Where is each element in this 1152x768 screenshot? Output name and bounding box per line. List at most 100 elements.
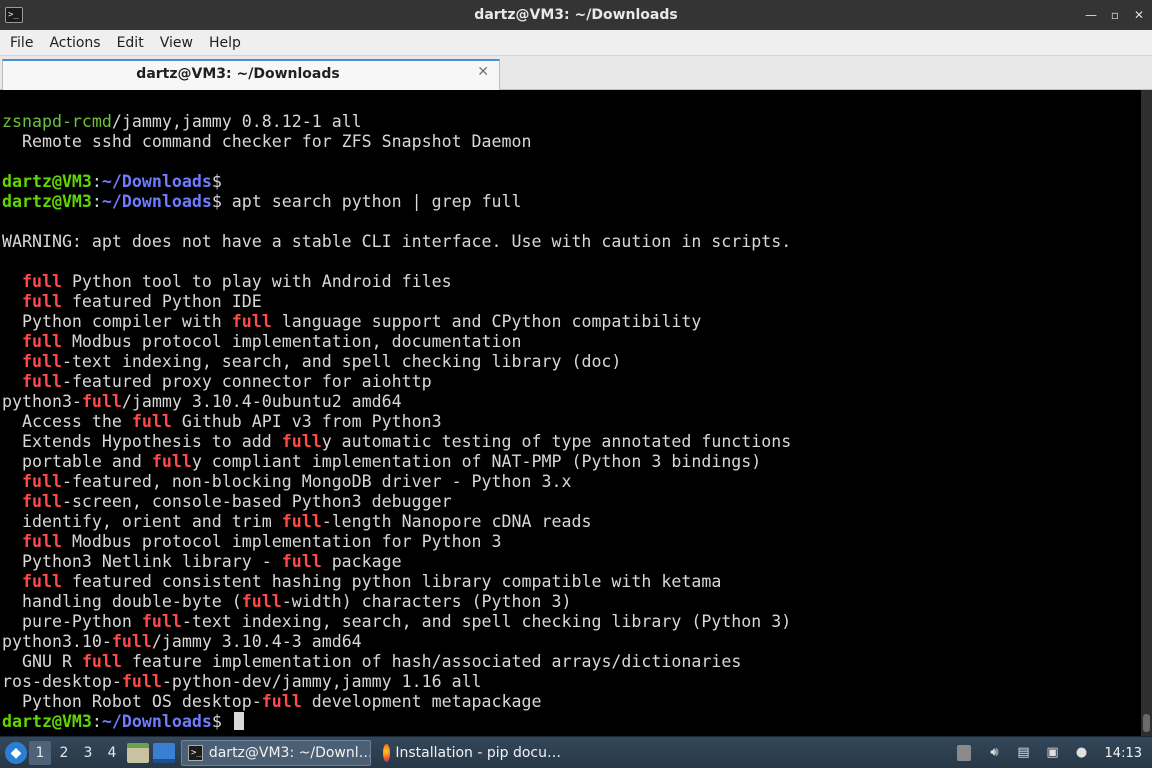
menu-help[interactable]: Help — [201, 30, 249, 56]
match-highlight: full — [21, 272, 62, 291]
terminal-text: identify, orient and trim — [2, 512, 282, 531]
prompt-path: ~/Downloads — [101, 172, 212, 191]
match-highlight: full — [281, 512, 322, 531]
terminal-line: dartz@VM3:~/Downloads$ — [0, 172, 1141, 192]
volume-icon[interactable]: 🔊︎ — [985, 744, 1005, 762]
terminal-text: Remote sshd command checker for ZFS Snap… — [2, 132, 532, 151]
match-highlight: full — [281, 552, 322, 571]
match-highlight: full — [21, 372, 62, 391]
terminal-line: dartz@VM3:~/Downloads$ apt search python… — [0, 192, 1141, 212]
terminal-text: Extends Hypothesis to add — [2, 432, 282, 451]
clock[interactable]: 14:13 — [1105, 746, 1142, 761]
desktop-2-button[interactable]: 2 — [53, 741, 75, 765]
tab-terminal[interactable]: dartz@VM3: ~/Downloads ✕ — [2, 59, 500, 90]
prompt-user: dartz@VM3 — [2, 712, 92, 731]
menu-edit[interactable]: Edit — [109, 30, 152, 56]
terminal-line: Python3 Netlink library - full package — [0, 552, 1141, 572]
terminal-text: -python-dev/jammy,jammy 1.16 all — [161, 672, 482, 691]
terminal-text: ros-desktop- — [2, 672, 122, 691]
desktop-3-button[interactable]: 3 — [77, 741, 99, 765]
terminal-line: zsnapd-rcmd/jammy,jammy 0.8.12-1 all — [0, 112, 1141, 132]
start-menu-icon[interactable]: ◆ — [5, 741, 27, 764]
terminal-text: -width) characters (Python 3) — [281, 592, 572, 611]
terminal-line: pure-Python full-text indexing, search, … — [0, 612, 1141, 632]
menu-file[interactable]: File — [2, 30, 41, 56]
notification-icon[interactable]: ● — [1072, 744, 1092, 762]
tab-label: dartz@VM3: ~/Downloads — [136, 66, 340, 82]
terminal-text: Python compiler with — [2, 312, 232, 331]
menu-actions[interactable]: Actions — [41, 30, 108, 56]
terminal-text: Access the — [2, 412, 132, 431]
terminal-text: : — [91, 712, 102, 731]
terminal-text: handling double-byte ( — [2, 592, 242, 611]
match-highlight: full — [21, 572, 62, 591]
terminal-line: portable and fully compliant implementat… — [0, 452, 1141, 472]
terminal-line: full-text indexing, search, and spell ch… — [0, 352, 1141, 372]
menu-view[interactable]: View — [152, 30, 201, 56]
terminal-line: WARNING: apt does not have a stable CLI … — [0, 232, 1141, 252]
menu-bar: File Actions Edit View Help — [0, 30, 1152, 56]
terminal-text: /jammy 3.10.4-3 amd64 — [151, 632, 362, 651]
prompt-path: ~/Downloads — [101, 712, 212, 731]
terminal-text: /jammy,jammy 0.8.12-1 all — [111, 112, 362, 131]
terminal-line: ros-desktop-full-python-dev/jammy,jammy … — [0, 672, 1141, 692]
terminal-line: Remote sshd command checker for ZFS Snap… — [0, 132, 1141, 152]
clipboard-icon[interactable]: ▤ — [1014, 744, 1034, 762]
task-terminal[interactable]: >_ dartz@VM3: ~/Downl… — [181, 739, 371, 766]
task-firefox[interactable]: Installation - pip docu… — [377, 740, 567, 766]
window-titlebar[interactable]: >_ dartz@VM3: ~/Downloads — ▫ ✕ — [0, 0, 1152, 30]
desktop-4-button[interactable]: 4 — [101, 741, 123, 765]
terminal-text: zsnapd-rcmd — [2, 112, 112, 131]
match-highlight: full — [111, 632, 152, 651]
terminal-text: featured Python IDE — [61, 292, 262, 311]
upload-icon[interactable] — [956, 745, 971, 761]
terminal-text: /jammy 3.10.4-0ubuntu2 amd64 — [121, 392, 402, 411]
terminal-text: Modbus protocol implementation for Pytho… — [61, 532, 502, 551]
terminal-text: python3.10- — [2, 632, 112, 651]
terminal-line: Python Robot OS desktop-full development… — [0, 692, 1141, 712]
minimize-icon[interactable]: — — [1084, 8, 1098, 22]
terminal-text: y automatic testing of type annotated fu… — [321, 432, 792, 451]
terminal-text: feature implementation of hash/associate… — [121, 652, 742, 671]
terminal-output[interactable]: zsnapd-rcmd/jammy,jammy 0.8.12-1 all Rem… — [0, 90, 1141, 736]
terminal-text: -featured, non-blocking MongoDB driver -… — [61, 472, 572, 491]
match-highlight: full — [21, 352, 62, 371]
terminal-text: Python Robot OS desktop- — [2, 692, 262, 711]
terminal-line: full Python tool to play with Android fi… — [0, 272, 1141, 292]
terminal-text: -screen, console-based Python3 debugger — [61, 492, 452, 511]
terminal-text: language support and CPython compatibili… — [271, 312, 702, 331]
scrollbar-thumb[interactable] — [1143, 714, 1150, 732]
terminal-line: GNU R full feature implementation of has… — [0, 652, 1141, 672]
desktop-1-button[interactable]: 1 — [29, 740, 51, 765]
terminal-line: full Modbus protocol implementation for … — [0, 532, 1141, 552]
tab-close-icon[interactable]: ✕ — [477, 64, 489, 80]
terminal-text: $ apt search python | grep full — [211, 192, 522, 211]
terminal-text: Python3 Netlink library - — [2, 552, 282, 571]
terminal-line: python3-full/jammy 3.10.4-0ubuntu2 amd64 — [0, 392, 1141, 412]
terminal-line: full-screen, console-based Python3 debug… — [0, 492, 1141, 512]
terminal-text: -featured proxy connector for aiohttp — [61, 372, 432, 391]
file-manager-icon[interactable] — [127, 742, 149, 763]
terminal-line: Access the full Github API v3 from Pytho… — [0, 412, 1141, 432]
terminal-text: featured consistent hashing python libra… — [61, 572, 722, 591]
match-highlight: full — [121, 672, 162, 691]
terminal-line: dartz@VM3:~/Downloads$ — [0, 712, 1141, 732]
match-highlight: full — [141, 612, 182, 631]
terminal-line: full featured Python IDE — [0, 292, 1141, 312]
match-highlight: full — [261, 692, 302, 711]
task-terminal-label: dartz@VM3: ~/Downl… — [208, 744, 371, 761]
maximize-icon[interactable]: ▫ — [1108, 8, 1122, 22]
network-icon[interactable]: ▣ — [1043, 744, 1063, 762]
show-desktop-icon[interactable] — [153, 742, 175, 763]
close-icon[interactable]: ✕ — [1132, 8, 1146, 22]
terminal-scrollbar[interactable] — [1141, 90, 1152, 736]
terminal-text: -length Nanopore cDNA reads — [321, 512, 592, 531]
firefox-icon — [383, 743, 391, 762]
